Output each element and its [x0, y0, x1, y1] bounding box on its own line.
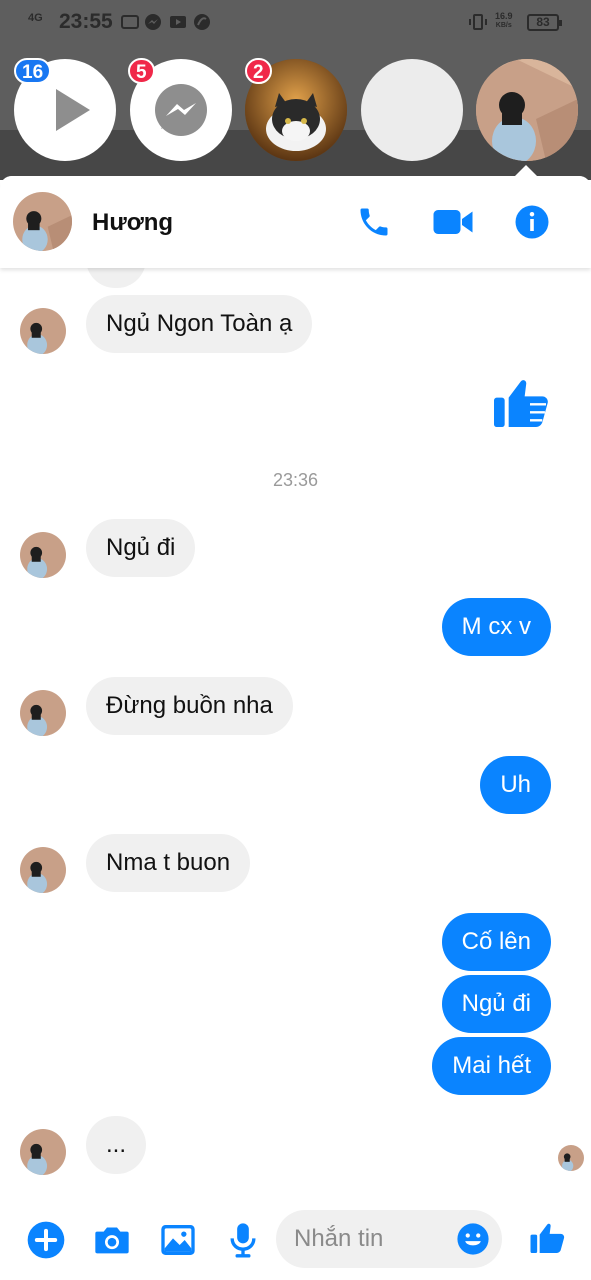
- camera-icon[interactable]: [92, 1220, 132, 1260]
- sender-avatar: [20, 1129, 66, 1175]
- chat-head-badge: 16: [14, 58, 52, 84]
- gallery-icon[interactable]: [158, 1220, 198, 1260]
- chat-head-huong[interactable]: [476, 59, 578, 161]
- outgoing-message-bubble[interactable]: Ngủ đi: [441, 975, 551, 1033]
- chat-head-badge: 2: [245, 58, 272, 84]
- read-receipt-avatar: [558, 1145, 584, 1171]
- typing-indicator-bubble: ...: [86, 1116, 147, 1174]
- vibrate-icon: [469, 14, 487, 30]
- network-speed: 16.9 KB/s: [495, 12, 513, 30]
- network-speed-value: 16.9: [495, 11, 513, 21]
- chat-head-blank[interactable]: [361, 59, 463, 161]
- message-input-wrapper[interactable]: [276, 1210, 502, 1268]
- video-status-icon: [170, 16, 186, 28]
- outgoing-message-bubble[interactable]: Mai hết: [432, 1037, 551, 1095]
- info-icon[interactable]: [514, 204, 550, 240]
- contact-name[interactable]: Hương: [92, 209, 173, 237]
- profile-photo: [476, 59, 578, 161]
- plus-icon[interactable]: [26, 1220, 66, 1260]
- outgoing-message-bubble[interactable]: Uh: [480, 756, 551, 814]
- message-input[interactable]: [294, 1220, 454, 1258]
- message-timestamp: 23:36: [272, 470, 319, 490]
- contact-avatar[interactable]: [13, 192, 72, 251]
- network-indicator: 4G: [28, 12, 43, 24]
- emoji-icon[interactable]: [456, 1222, 490, 1256]
- video-call-icon[interactable]: [432, 205, 474, 239]
- chat-panel: Hương ... Ngủ Ngon Toàn ạ 23:36 Ngủ đi M…: [0, 176, 591, 1280]
- notification-icon: [121, 15, 139, 29]
- outgoing-message-bubble[interactable]: Cố lên: [441, 913, 551, 971]
- conversation-header: Hương: [0, 176, 591, 268]
- thumbs-up-icon[interactable]: [528, 1218, 568, 1258]
- sender-avatar: [20, 308, 66, 354]
- messenger-status-icon: [145, 14, 161, 30]
- phone-icon[interactable]: [356, 204, 392, 240]
- app-status-icon: [194, 14, 210, 30]
- battery-indicator: 83: [527, 14, 562, 31]
- outgoing-message-bubble[interactable]: M cx v: [441, 598, 551, 656]
- sender-avatar: [20, 532, 66, 578]
- microphone-icon[interactable]: [223, 1220, 263, 1260]
- incoming-message-bubble[interactable]: Ngủ đi: [86, 519, 196, 577]
- sender-avatar: [20, 847, 66, 893]
- status-bar: 4G 23:55 16.9 KB/s 83: [0, 0, 591, 44]
- sender-avatar: [20, 690, 66, 736]
- incoming-message-bubble[interactable]: Đừng buồn nha: [86, 677, 293, 735]
- clock: 23:55: [59, 10, 113, 33]
- incoming-message-bubble[interactable]: Nma t buon: [86, 834, 251, 892]
- thumbs-up-icon[interactable]: [490, 371, 554, 435]
- chat-head-badge: 5: [128, 58, 155, 84]
- message-composer: [0, 1206, 591, 1280]
- network-speed-unit: KB/s: [495, 22, 512, 29]
- incoming-message-bubble[interactable]: Ngủ Ngon Toàn ạ: [86, 295, 313, 353]
